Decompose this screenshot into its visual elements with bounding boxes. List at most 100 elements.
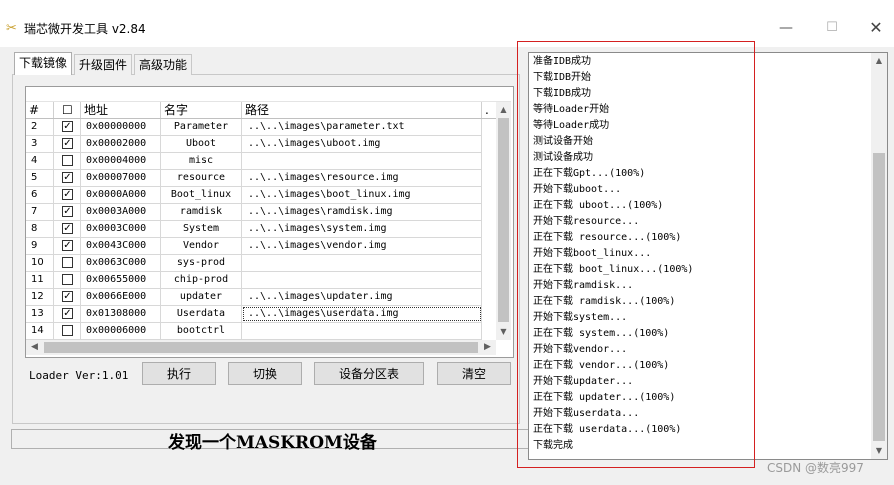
- tab-download-image[interactable]: 下载镜像: [14, 52, 73, 75]
- row-path[interactable]: ..\..\images\boot_linux.img: [242, 187, 482, 203]
- row-address[interactable]: 0x0043C000: [81, 238, 161, 254]
- checkbox-checked[interactable]: ✓: [62, 121, 73, 132]
- column-header-address[interactable]: 地址: [81, 102, 161, 118]
- row-path[interactable]: ..\..\images\parameter.txt: [242, 119, 482, 135]
- column-header-path[interactable]: 路径: [242, 102, 482, 118]
- row-checkbox-cell: ✓: [54, 221, 81, 237]
- log-scroll-up-arrow-icon[interactable]: ▲: [871, 53, 887, 68]
- table-row[interactable]: 4 0x00004000 misc: [26, 153, 482, 170]
- row-path[interactable]: ..\..\images\userdata.img: [242, 306, 482, 322]
- close-button[interactable]: ✕: [866, 18, 886, 38]
- row-number: 12: [26, 289, 54, 305]
- row-address[interactable]: 0x00006000: [81, 323, 161, 339]
- table-row[interactable]: 7 ✓ 0x0003A000 ramdisk ..\..\images\ramdisk.…: [26, 204, 482, 221]
- row-name[interactable]: Uboot: [161, 136, 242, 152]
- row-name[interactable]: sys-prod: [161, 255, 242, 271]
- row-name[interactable]: bootctrl: [161, 323, 242, 339]
- row-address[interactable]: 0x00007000: [81, 170, 161, 186]
- row-path[interactable]: [242, 255, 482, 271]
- run-button[interactable]: 执行: [142, 362, 216, 385]
- row-path[interactable]: ..\..\images\resource.img: [242, 170, 482, 186]
- scroll-up-arrow-icon[interactable]: ▲: [496, 102, 511, 117]
- row-name[interactable]: Boot_linux: [161, 187, 242, 203]
- scroll-left-arrow-icon[interactable]: ◀: [27, 340, 42, 355]
- maximize-button[interactable]: ☐: [822, 20, 842, 38]
- checkbox-checked[interactable]: ✓: [62, 206, 73, 217]
- row-address[interactable]: 0x0000A000: [81, 187, 161, 203]
- row-address[interactable]: 0x00655000: [81, 272, 161, 288]
- row-path[interactable]: [242, 323, 482, 339]
- table-horizontal-scroll-thumb[interactable]: [44, 342, 478, 353]
- row-address[interactable]: 0x0003A000: [81, 204, 161, 220]
- row-name[interactable]: resource: [161, 170, 242, 186]
- table-vertical-scroll-thumb[interactable]: [498, 118, 509, 322]
- row-address[interactable]: 0x01308000: [81, 306, 161, 322]
- checkbox-checked[interactable]: ✓: [62, 172, 73, 183]
- table-row[interactable]: 3 ✓ 0x00002000 Uboot ..\..\images\uboot.img: [26, 136, 482, 153]
- row-checkbox-cell: [54, 255, 81, 271]
- checkbox-unchecked[interactable]: [62, 257, 73, 268]
- scroll-right-arrow-icon[interactable]: ▶: [480, 340, 495, 355]
- minimize-button[interactable]: —: [776, 20, 796, 38]
- checkbox-checked[interactable]: ✓: [62, 138, 73, 149]
- row-name[interactable]: Parameter: [161, 119, 242, 135]
- switch-button[interactable]: 切换: [228, 362, 302, 385]
- scroll-down-arrow-icon[interactable]: ▼: [496, 324, 511, 339]
- checkbox-unchecked[interactable]: [62, 325, 73, 336]
- tab-upgrade-firmware[interactable]: 升级固件: [74, 54, 133, 75]
- row-name[interactable]: chip-prod: [161, 272, 242, 288]
- row-address[interactable]: 0x00000000: [81, 119, 161, 135]
- row-number: 2: [26, 119, 54, 135]
- row-number: 9: [26, 238, 54, 254]
- table-row[interactable]: 13 ✓ 0x01308000 Userdata ..\..\images\userda…: [26, 306, 482, 323]
- log-scroll-down-arrow-icon[interactable]: ▼: [871, 443, 887, 458]
- checkbox-checked[interactable]: ✓: [62, 223, 73, 234]
- table-row[interactable]: 8 ✓ 0x0003C000 System ..\..\images\system.im…: [26, 221, 482, 238]
- row-checkbox-cell: ✓: [54, 238, 81, 254]
- row-address[interactable]: 0x0063C000: [81, 255, 161, 271]
- row-name[interactable]: misc: [161, 153, 242, 169]
- checkbox-checked[interactable]: ✓: [62, 240, 73, 251]
- row-checkbox-cell: ✓: [54, 187, 81, 203]
- log-vertical-scroll-thumb[interactable]: [873, 153, 885, 441]
- table-row[interactable]: 12 ✓ 0x0066E000 updater ..\..\images\updater…: [26, 289, 482, 306]
- row-address[interactable]: 0x00002000: [81, 136, 161, 152]
- row-number: 4: [26, 153, 54, 169]
- row-name[interactable]: ramdisk: [161, 204, 242, 220]
- row-path[interactable]: ..\..\images\vendor.img: [242, 238, 482, 254]
- column-header-name[interactable]: 名字: [161, 102, 242, 118]
- checkbox-unchecked[interactable]: [62, 155, 73, 166]
- table-row[interactable]: 9 ✓ 0x0043C000 Vendor ..\..\images\vendor.im…: [26, 238, 482, 255]
- checkbox-checked[interactable]: ✓: [62, 189, 73, 200]
- table-top-strip: [26, 87, 511, 102]
- row-path[interactable]: ..\..\images\uboot.img: [242, 136, 482, 152]
- table-row[interactable]: 14 0x00006000 bootctrl: [26, 323, 482, 340]
- column-header-check[interactable]: ☐: [54, 102, 81, 118]
- row-path[interactable]: ..\..\images\system.img: [242, 221, 482, 237]
- row-number: 7: [26, 204, 54, 220]
- table-row[interactable]: 10 0x0063C000 sys-prod: [26, 255, 482, 272]
- row-name[interactable]: System: [161, 221, 242, 237]
- row-path[interactable]: ..\..\images\updater.img: [242, 289, 482, 305]
- table-row[interactable]: 5 ✓ 0x00007000 resource ..\..\images\resourc…: [26, 170, 482, 187]
- row-name[interactable]: Userdata: [161, 306, 242, 322]
- table-row[interactable]: 2 ✓ 0x00000000 Parameter ..\..\images\parame…: [26, 119, 482, 136]
- tab-advanced-functions[interactable]: 高级功能: [134, 54, 193, 75]
- row-path[interactable]: [242, 272, 482, 288]
- clear-button[interactable]: 清空: [437, 362, 511, 385]
- column-header-extra[interactable]: .: [482, 102, 496, 118]
- row-address[interactable]: 0x0003C000: [81, 221, 161, 237]
- row-name[interactable]: updater: [161, 289, 242, 305]
- table-row[interactable]: 11 0x00655000 chip-prod: [26, 272, 482, 289]
- row-address[interactable]: 0x00004000: [81, 153, 161, 169]
- table-row[interactable]: 6 ✓ 0x0000A000 Boot_linux ..\..\images\boot_…: [26, 187, 482, 204]
- row-path[interactable]: [242, 153, 482, 169]
- row-name[interactable]: Vendor: [161, 238, 242, 254]
- row-path[interactable]: ..\..\images\ramdisk.img: [242, 204, 482, 220]
- device-partition-table-button[interactable]: 设备分区表: [314, 362, 424, 385]
- checkbox-unchecked[interactable]: [62, 274, 73, 285]
- checkbox-checked[interactable]: ✓: [62, 291, 73, 302]
- checkbox-checked[interactable]: ✓: [62, 308, 73, 319]
- column-header-number[interactable]: #: [26, 102, 54, 118]
- row-address[interactable]: 0x0066E000: [81, 289, 161, 305]
